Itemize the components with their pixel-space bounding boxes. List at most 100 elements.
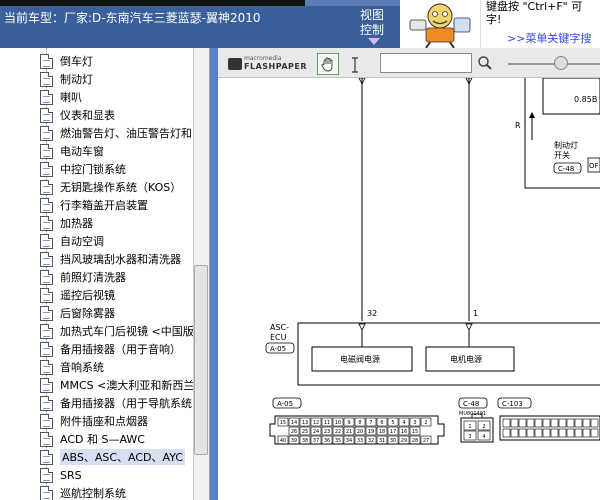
c48-label: C-48 [463, 400, 479, 408]
document-icon [40, 359, 53, 375]
tree-item[interactable]: ACD 和 S—AWC [40, 430, 195, 448]
tree-item[interactable]: 喇叭 [40, 88, 195, 106]
flashpaper-logo: macromedia FLASHPAPER [228, 55, 316, 73]
c103-pin [566, 428, 575, 438]
logo-small-text: macromedia [244, 55, 282, 62]
document-icon [40, 71, 53, 87]
a05-pin-label: 25 [302, 429, 308, 435]
tree-item-label: ACD 和 S—AWC [60, 433, 145, 446]
wiring-diagram-svg: 0.85B R 制动灯 开关 C-48 OF 32 1 ASC- ECU A-0 [265, 78, 600, 445]
hand-tool-button[interactable] [317, 53, 339, 75]
tree-item[interactable]: 中控门锁系统 [40, 160, 195, 178]
ecu-connector-label: A-05 [270, 345, 286, 353]
tree-item[interactable]: 仪表和显表 [40, 106, 195, 124]
tree-item-label: 无钥匙操作系统（KOS） [60, 181, 182, 194]
a05-pin-label: 15 [412, 429, 418, 435]
pin-1-label: 1 [473, 309, 478, 318]
tree-item[interactable]: 加热式车门后视镜 <中国版 [40, 322, 195, 340]
document-icon [40, 449, 53, 465]
panel-splitter[interactable] [210, 48, 218, 500]
document-icon [40, 431, 53, 447]
tree-item[interactable]: SRS [40, 466, 195, 484]
document-icon [40, 305, 53, 321]
tree-item-label: 挡风玻璃刮水器和清洗器 [60, 253, 181, 266]
tree-item[interactable]: 挡风玻璃刮水器和清洗器 [40, 250, 195, 268]
tree-item[interactable]: 音响系统 [40, 358, 195, 376]
a05-pin-label: 32 [368, 438, 374, 444]
text-select-tool-button[interactable] [348, 56, 362, 74]
tree-item-label: 喇叭 [60, 91, 82, 104]
tree-item[interactable]: ABS、ASC、ACD、AYC [40, 448, 195, 466]
tree-item[interactable]: 燃油警告灯、油压警告灯和 [40, 124, 195, 142]
tree-item[interactable]: 备用插接器（用于导航系统 [40, 394, 195, 412]
current-car-model: 当前车型：厂家:D-东南汽车三菱蓝瑟-翼神2010 [4, 11, 261, 25]
a05-pin-label: 27 [423, 438, 429, 444]
c103-pin [590, 418, 599, 428]
tree-item-label: 自动空调 [60, 235, 104, 248]
pin-32-label: 32 [367, 309, 377, 318]
document-icon [40, 125, 53, 141]
tree-item[interactable]: 电动车窗 [40, 142, 195, 160]
c103-pin [566, 418, 575, 428]
a05-pin-label: 9 [347, 420, 350, 426]
a05-pin-label: 10 [335, 420, 341, 426]
document-icon [40, 413, 53, 429]
tree-item[interactable]: 加热器 [40, 214, 195, 232]
c48-pin-label: 2 [482, 424, 485, 430]
c103-pin [558, 428, 567, 438]
c103-pin [526, 428, 535, 438]
c103-pin [526, 418, 535, 428]
a05-pin-label: 11 [324, 420, 330, 426]
tree-item[interactable]: 制动灯 [40, 70, 195, 88]
value-085: 0.85B [574, 95, 597, 104]
a05-pin-label: 22 [335, 429, 341, 435]
a05-pin-label: 8 [358, 420, 361, 426]
search-button[interactable] [474, 53, 496, 73]
a05-pin-grid: 15 14 13 12 11 10 9 8 7 6 5 4 3 226 25 24 23 22 21 20 19 18 17… [277, 417, 432, 445]
tree-item-label: 中控门锁系统 [60, 163, 126, 176]
tree-item[interactable]: 倒车灯 [40, 52, 195, 70]
c103-pin-grid [502, 418, 599, 438]
magnifier-icon [478, 56, 492, 70]
tree-item-label: 附件插座和点烟器 [60, 415, 148, 428]
tree-item-label: MMCS <澳大利亚和新西兰 [60, 379, 195, 392]
a05-pin-label: 21 [346, 429, 352, 435]
tree-item-label: 前照灯清洗器 [60, 271, 126, 284]
tree-item-label: 加热器 [60, 217, 93, 230]
tree-item[interactable]: 附件插座和点烟器 [40, 412, 195, 430]
tree-item[interactable]: 前照灯清洗器 [40, 268, 195, 286]
document-icon [40, 143, 53, 159]
tree-item[interactable]: 巡航控制系统 [40, 484, 195, 500]
tree-item[interactable]: 无钥匙操作系统（KOS） [40, 178, 195, 196]
tree-item[interactable]: 遥控后视镜 [40, 286, 195, 304]
text-cursor-icon [352, 57, 358, 73]
tree-item-label: 燃油警告灯、油压警告灯和 [60, 127, 192, 140]
search-input[interactable] [380, 53, 472, 73]
flashpaper-logo-icon [228, 58, 242, 70]
keyword-search-link[interactable]: >>菜单关键字搜 [507, 30, 591, 46]
tree-item[interactable]: 自动空调 [40, 232, 195, 250]
tree-item[interactable]: 后窗除雾器 [40, 304, 195, 322]
tree-item[interactable]: 备用插接器（用于音响） [40, 340, 195, 358]
tree-scrollbar-thumb[interactable] [194, 265, 208, 455]
view-control-button[interactable]: 视图 控制 [360, 8, 400, 38]
view-control-arrow-icon[interactable] [368, 38, 380, 45]
document-icon [40, 161, 53, 177]
a05-pin-label: 2 [424, 420, 427, 426]
document-icon [40, 467, 53, 483]
zoom-slider-thumb[interactable] [554, 56, 568, 70]
ecu-name-2: ECU [270, 333, 287, 342]
a05-pin-label: 19 [368, 429, 374, 435]
c103-pin [542, 428, 551, 438]
c103-pin [550, 428, 559, 438]
tree-item[interactable]: 行李箱盖开启装置 [40, 196, 195, 214]
view-control-label-1: 视图 [360, 8, 385, 22]
search-tip-text: 键盘按 "Ctrl+F" 可 字! [486, 0, 600, 26]
c103-pin [518, 418, 527, 428]
a05-pin-label: 36 [324, 438, 330, 444]
a05-pin-label: 16 [401, 429, 407, 435]
c48-pin-label: 3 [468, 434, 471, 440]
tip-line-2: 字! [486, 13, 502, 26]
connector-c48-top: C-48 [558, 165, 574, 173]
tree-item[interactable]: MMCS <澳大利亚和新西兰 [40, 376, 195, 394]
